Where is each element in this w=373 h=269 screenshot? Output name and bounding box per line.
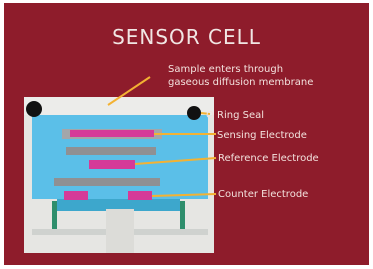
counter-electrode-right <box>128 191 152 200</box>
base-stem <box>106 209 134 253</box>
separator-plate-lower <box>54 178 160 186</box>
separator-plate <box>66 147 156 155</box>
sensing-electrode <box>70 130 154 137</box>
label-sample-entry: Sample enters through gaseous diffusion … <box>168 63 313 89</box>
label-sample-line1: Sample enters through <box>168 64 284 75</box>
label-sensing-electrode: Sensing Electrode <box>217 130 307 141</box>
reference-electrode <box>89 160 135 169</box>
o-ring-right <box>187 106 201 120</box>
diffusion-membrane <box>24 97 214 115</box>
sensor-cell-illustration <box>24 76 217 253</box>
electrolyte-stem-left <box>52 201 57 229</box>
label-o-ring-seal: O Ring Seal <box>206 110 265 121</box>
base-floor-right <box>134 229 208 235</box>
counter-electrode-left <box>64 191 88 200</box>
o-ring-left <box>26 101 42 117</box>
electrolyte-stem-right <box>180 201 185 229</box>
sensor-cell-diagram: SENSOR CELL Sample enters through gaseou… <box>4 3 369 265</box>
label-sample-line2: gaseous diffusion membrane <box>168 77 314 88</box>
label-counter-electrode: Counter Electrode <box>218 189 309 200</box>
base-floor-left <box>32 229 106 235</box>
electrolyte-region <box>32 115 208 199</box>
label-reference-electrode: Reference Electrode <box>218 153 319 164</box>
